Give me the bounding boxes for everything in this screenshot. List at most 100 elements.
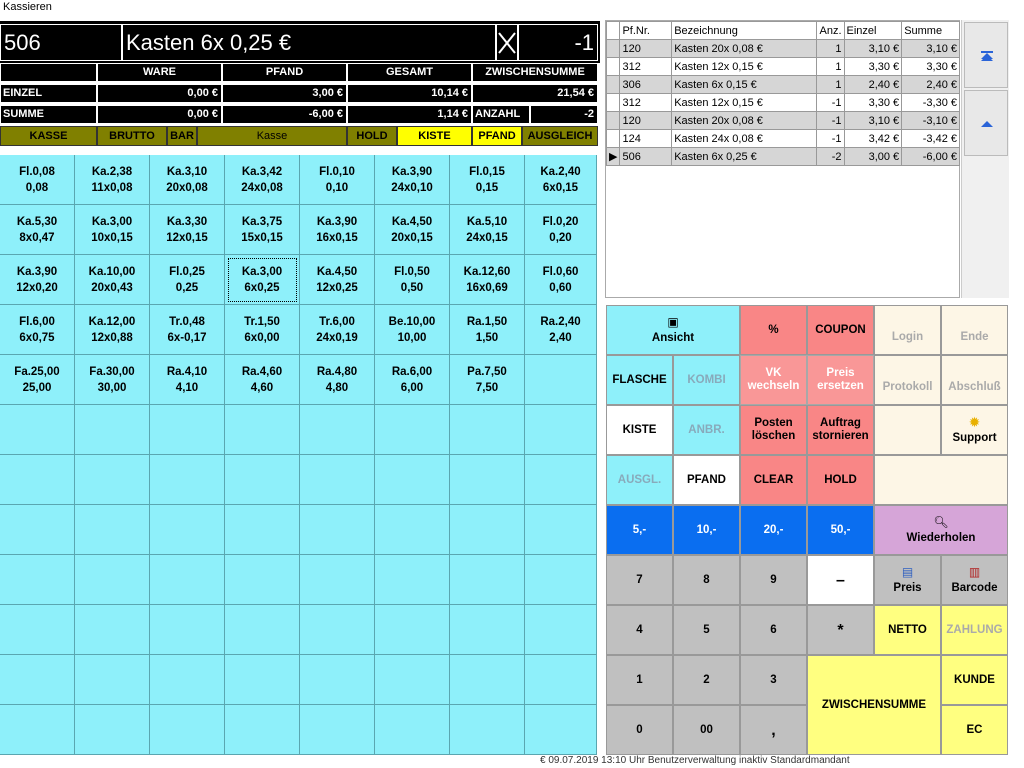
abschluss-button[interactable]: Abschluß [941,355,1008,405]
product-button[interactable] [375,705,450,755]
ansicht-button[interactable]: ▣ Ansicht [606,305,740,355]
preis-button[interactable]: ▤ Preis [874,555,941,605]
key-1[interactable]: 1 [606,655,673,705]
product-button[interactable] [0,455,75,505]
product-button[interactable] [450,455,525,505]
key-8[interactable]: 8 [673,555,740,605]
product-button[interactable]: Ka.2,38 11x0,08 [75,155,150,205]
scroll-up-button[interactable] [964,90,1008,156]
product-button[interactable] [225,455,300,505]
product-button[interactable] [375,555,450,605]
preis-ersetzen-button[interactable]: Preis ersetzen [807,355,874,405]
product-button[interactable] [525,405,597,455]
product-button[interactable] [525,505,597,555]
table-row[interactable]: 120 Kasten 20x 0,08 €1 3,10 €3,10 € [605,39,960,58]
key-00[interactable]: 00 [673,705,740,755]
product-button[interactable] [0,705,75,755]
product-button[interactable] [375,605,450,655]
barcode-button[interactable]: ▥ Barcode [941,555,1008,605]
product-button[interactable] [300,455,375,505]
clear-button[interactable]: CLEAR [740,455,807,505]
product-button[interactable] [75,505,150,555]
product-button[interactable]: Be.10,00 10,00 [375,305,450,355]
product-button[interactable]: Fl.0,25 0,25 [150,255,225,305]
product-button[interactable]: Fl.6,00 6x0,75 [0,305,75,355]
key-0[interactable]: 0 [606,705,673,755]
product-button[interactable] [450,705,525,755]
product-button[interactable]: Fl.0,50 0,50 [375,255,450,305]
product-button[interactable] [450,505,525,555]
product-button[interactable] [75,555,150,605]
product-button[interactable]: Ra.4,80 4,80 [300,355,375,405]
product-button[interactable]: Fl.0,20 0,20 [525,205,597,255]
product-button[interactable]: Ka.3,90 12x0,20 [0,255,75,305]
product-button[interactable]: Fa.25,00 25,00 [0,355,75,405]
receipt-table[interactable]: Pf.Nr. Bezeichnung Anz. Einzel Summe 120… [605,20,960,298]
product-button[interactable] [0,555,75,605]
product-button[interactable] [0,605,75,655]
product-button[interactable] [225,505,300,555]
key-3[interactable]: 3 [740,655,807,705]
key-6[interactable]: 6 [740,605,807,655]
kiste-button[interactable]: KISTE [606,405,673,455]
product-button[interactable] [450,405,525,455]
product-button[interactable] [525,455,597,505]
product-button[interactable]: Ka.12,00 12x0,88 [75,305,150,355]
key-5[interactable]: 5 [673,605,740,655]
minus-button[interactable]: – [807,555,874,605]
col-bezeichnung[interactable]: Bezeichnung [671,21,818,40]
kunde-button[interactable]: KUNDE [941,655,1008,705]
product-button[interactable] [300,555,375,605]
product-button[interactable] [225,605,300,655]
product-button[interactable]: Ka.3,10 20x0,08 [150,155,225,205]
auftrag-stornieren-button[interactable]: Auftrag stornieren [807,405,874,455]
product-button[interactable]: Ka.12,60 16x0,69 [450,255,525,305]
product-button[interactable]: Ka.3,90 16x0,15 [300,205,375,255]
product-button[interactable] [450,605,525,655]
comma-button[interactable]: , [740,705,807,755]
product-button[interactable]: Fl.0,10 0,10 [300,155,375,205]
product-button[interactable] [300,705,375,755]
product-button[interactable] [75,605,150,655]
product-button[interactable] [150,555,225,605]
product-button[interactable] [150,655,225,705]
product-button[interactable] [225,655,300,705]
ec-button[interactable]: EC [941,705,1008,755]
support-button[interactable]: ✹ Support [941,405,1008,455]
product-button[interactable]: Ra.1,50 1,50 [450,305,525,355]
product-button[interactable] [300,405,375,455]
vk-wechseln-button[interactable]: VK wechseln [740,355,807,405]
product-button[interactable] [450,555,525,605]
product-button[interactable]: Ra.4,10 4,10 [150,355,225,405]
ende-button[interactable]: Ende [941,305,1008,355]
cash-5-button[interactable]: 5,- [606,505,673,555]
col-anz[interactable]: Anz. [816,21,845,40]
product-button[interactable]: Fl.0,08 0,08 [0,155,75,205]
table-row[interactable]: ▶ 506 Kasten 6x 0,25 € -2 3,00 € -6,00 € [605,147,960,166]
key-4[interactable]: 4 [606,605,673,655]
key-7[interactable]: 7 [606,555,673,605]
table-row[interactable]: 306 Kasten 6x 0,15 €1 2,40 €2,40 € [605,75,960,94]
product-button[interactable]: Ka.3,42 24x0,08 [225,155,300,205]
coupon-button[interactable]: COUPON [807,305,874,355]
product-button[interactable] [525,655,597,705]
close-icon[interactable] [496,24,518,61]
product-button[interactable]: Tr.0,48 6x-0,17 [150,305,225,355]
product-button[interactable]: Ra.2,40 2,40 [525,305,597,355]
product-button[interactable] [75,655,150,705]
ausgl-button[interactable]: AUSGL. [606,455,673,505]
zwischensumme-button[interactable]: ZWISCHENSUMME [807,655,941,755]
product-button[interactable]: Ra.6,00 6,00 [375,355,450,405]
product-button[interactable]: Ka.3,00 10x0,15 [75,205,150,255]
zahlung-button[interactable]: ZAHLUNG [941,605,1008,655]
product-button[interactable] [150,505,225,555]
pfand-button[interactable]: PFAND [673,455,740,505]
product-button[interactable] [450,655,525,705]
product-button[interactable]: Tr.1,50 6x0,00 [225,305,300,355]
cash-50-button[interactable]: 50,- [807,505,874,555]
product-button[interactable]: Tr.6,00 24x0,19 [300,305,375,355]
product-button[interactable] [75,405,150,455]
product-button[interactable] [525,355,597,405]
product-button[interactable]: Ka.10,00 20x0,43 [75,255,150,305]
product-button[interactable]: Ka.3,30 12x0,15 [150,205,225,255]
